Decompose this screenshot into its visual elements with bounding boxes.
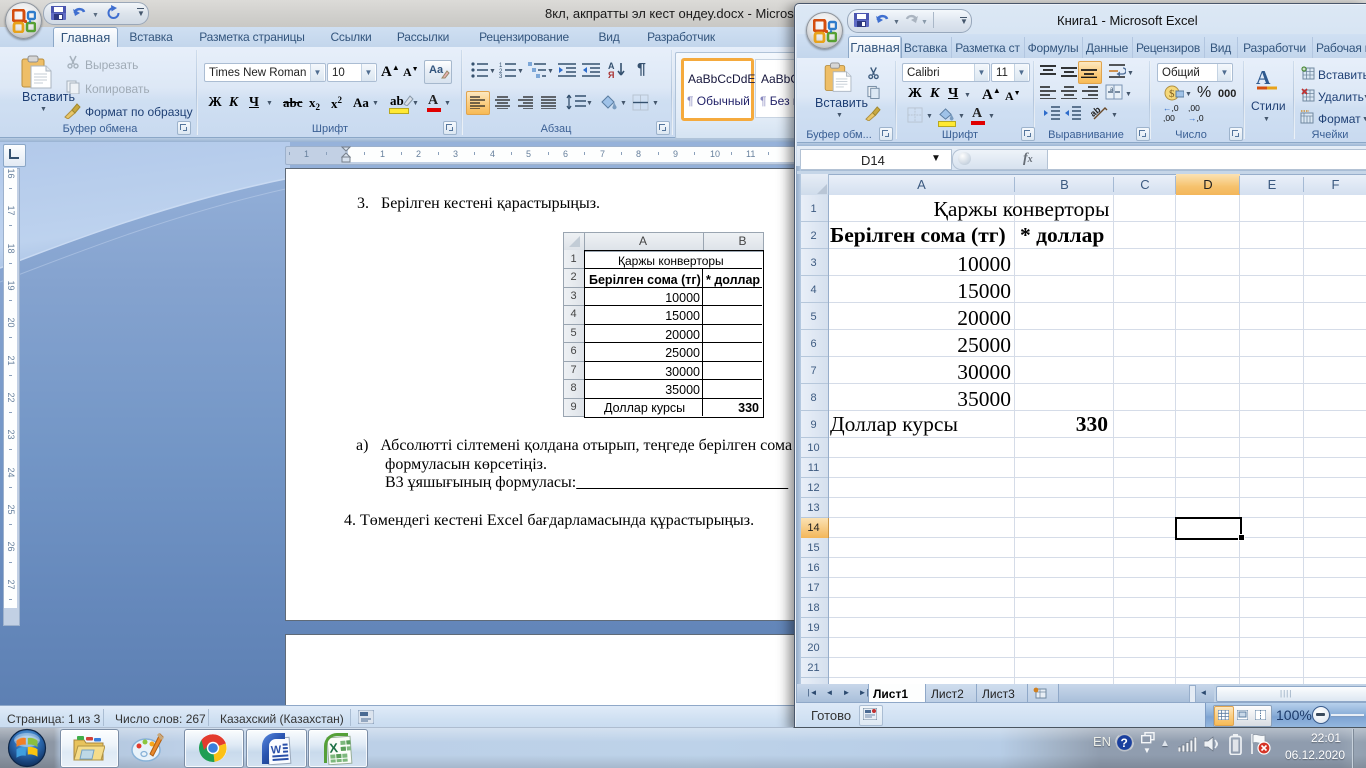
svg-text:Я: Я xyxy=(608,70,614,79)
svg-text:ab: ab xyxy=(1091,104,1103,119)
svg-text:X: X xyxy=(329,740,339,756)
svg-text:W: W xyxy=(271,744,283,757)
svg-text:?: ? xyxy=(1121,736,1128,750)
svg-text:А: А xyxy=(1256,67,1271,89)
svg-text:3: 3 xyxy=(499,74,503,78)
svg-text:$: $ xyxy=(1169,88,1175,100)
